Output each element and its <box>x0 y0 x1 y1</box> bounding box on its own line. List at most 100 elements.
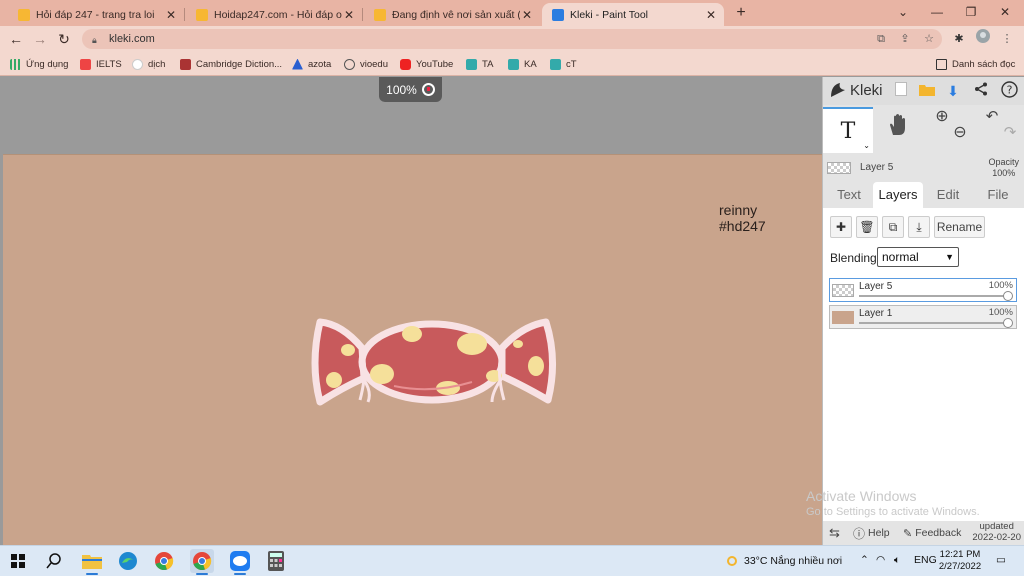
close-tab-icon[interactable]: ✕ <box>342 8 356 22</box>
text-tool-button[interactable]: T ⌄ <box>823 107 873 153</box>
merge-down-icon[interactable]: ⤓ <box>908 216 930 238</box>
ta-icon <box>466 58 477 70</box>
opacity-slider-track[interactable] <box>859 322 1008 324</box>
layer-item-layer-1[interactable]: Layer 1 100% <box>829 305 1017 329</box>
bookmark-ka[interactable]: KA <box>508 56 537 72</box>
layer-opacity: 100% <box>988 280 1013 291</box>
rotation-dial-icon[interactable] <box>421 83 435 96</box>
swap-panel-icon[interactable]: ⇆ <box>829 525 840 541</box>
new-image-icon[interactable] <box>891 81 911 101</box>
bookmark-ta[interactable]: TA <box>466 56 493 72</box>
help-label: Help <box>868 527 890 539</box>
file-explorer-icon[interactable] <box>80 549 104 575</box>
tab-text[interactable]: Text <box>825 182 873 208</box>
browser-tab[interactable]: Đang định vê nơi sản xuất ( nhà ... ✕ <box>364 3 540 26</box>
chevron-down-icon[interactable]: ⌄ <box>863 141 870 150</box>
bookmark-label: azota <box>308 58 332 70</box>
profile-avatar-icon[interactable] <box>974 29 992 49</box>
minimize-icon[interactable]: — <box>920 0 954 26</box>
new-tab-icon[interactable]: + <box>732 3 750 23</box>
rename-layer-button[interactable]: Rename <box>934 216 985 238</box>
watermark-title: Activate Windows <box>806 488 917 504</box>
close-tab-icon[interactable]: ✕ <box>520 8 534 22</box>
apps-grid-icon <box>10 58 21 70</box>
tab-title: Hoidap247.com - Hỏi đáp online <box>214 8 342 21</box>
save-download-icon[interactable]: ⬇ <box>943 81 963 101</box>
input-language[interactable]: ENG <box>914 554 937 566</box>
drawing-canvas[interactable]: reinny #hd247 <box>3 154 822 546</box>
opacity-slider-handle[interactable] <box>1003 318 1013 328</box>
browser-tab-active[interactable]: Kleki - Paint Tool ✕ <box>542 3 724 26</box>
duplicate-layer-icon[interactable]: ⧉ <box>882 216 904 238</box>
kleki-workspace[interactable]: 100% reinny #hd247 <box>0 77 822 546</box>
chrome-icon[interactable] <box>152 549 176 573</box>
reading-list[interactable]: Danh sách đọc <box>936 56 1015 72</box>
restore-icon[interactable]: ❐ <box>954 0 988 26</box>
tab-search-chevron-icon[interactable]: ⌄ <box>886 0 920 26</box>
address-bar[interactable]: 🔒︎ kleki.com <box>82 29 942 49</box>
network-wifi-icon[interactable]: ◠ <box>876 554 885 566</box>
back-arrow-icon[interactable]: ← <box>6 29 26 49</box>
bookmark-cambridge[interactable]: Cambridge Diction... <box>180 56 282 72</box>
extensions-puzzle-icon[interactable]: ✱ <box>950 29 968 49</box>
open-folder-icon[interactable] <box>917 81 937 101</box>
vioedu-icon <box>344 58 355 70</box>
close-tab-icon[interactable]: ✕ <box>704 8 718 22</box>
bookmark-youtube[interactable]: YouTube <box>400 56 453 72</box>
tab-layers[interactable]: Layers <box>873 182 923 208</box>
zoom-out-icon[interactable]: ⊖ <box>945 123 975 143</box>
zoom-indicator[interactable]: 100% <box>379 77 442 102</box>
layer-opacity: 100% <box>988 307 1013 318</box>
translate-icon[interactable]: ⧉ <box>872 29 890 49</box>
weather-widget[interactable]: 33°C Nắng nhiều nơi <box>726 554 842 568</box>
zalo-icon[interactable] <box>228 549 252 575</box>
notifications-icon[interactable]: ▭ <box>996 554 1006 566</box>
close-window-icon[interactable]: ✕ <box>988 0 1022 26</box>
bookmark-vioedu[interactable]: vioedu <box>344 56 388 72</box>
watermark-subtitle: Go to Settings to activate Windows. <box>806 506 980 518</box>
search-icon[interactable] <box>42 549 66 573</box>
browser-tab-strip: Hỏi đáp 247 - trang tra loi ✕ Hoidap247.… <box>0 0 1024 26</box>
show-hidden-icons-chevron-icon[interactable]: ⌃ <box>860 554 869 566</box>
add-layer-button[interactable]: ✚ <box>830 216 852 238</box>
chrome-profile-icon[interactable] <box>190 549 214 575</box>
bookmark-label: KA <box>524 58 537 70</box>
help-link[interactable]: ⓘ Help <box>853 525 890 542</box>
kleki-logo[interactable]: Kleki <box>829 81 883 99</box>
bookmark-star-icon[interactable]: ☆ <box>920 29 938 49</box>
logo-text: Kleki <box>850 81 883 99</box>
tab-file[interactable]: File <box>973 182 1023 208</box>
windows-start-icon[interactable] <box>6 549 30 573</box>
edge-browser-icon[interactable] <box>116 549 140 573</box>
bookmark-ielts[interactable]: IELTS <box>80 56 122 72</box>
share-icon[interactable]: ⇪ <box>896 29 914 49</box>
share-icon[interactable] <box>971 81 991 101</box>
blending-mode-select[interactable]: normal ▼ <box>877 247 959 267</box>
svg-text:?: ? <box>1006 84 1012 97</box>
browser-tab[interactable]: Hỏi đáp 247 - trang tra loi ✕ <box>8 3 185 26</box>
redo-icon[interactable]: ↷ <box>995 123 1024 143</box>
layer-item-layer-5[interactable]: Layer 5 100% <box>829 278 1017 302</box>
forward-arrow-icon[interactable]: → <box>30 29 50 49</box>
menu-kebab-icon[interactable]: ⋮ <box>998 29 1016 49</box>
bookmark-azota[interactable]: azota <box>292 56 331 72</box>
sun-cloud-icon <box>727 556 737 566</box>
layer-name: Layer 5 <box>859 281 893 292</box>
bookmark-apps[interactable]: Ứng dụng <box>10 56 68 72</box>
close-tab-icon[interactable]: ✕ <box>164 8 178 22</box>
reload-icon[interactable]: ↻ <box>54 29 74 49</box>
opacity-slider-handle[interactable] <box>1003 291 1013 301</box>
tab-edit[interactable]: Edit <box>925 182 971 208</box>
calculator-icon[interactable] <box>264 549 288 573</box>
browser-tab[interactable]: Hoidap247.com - Hỏi đáp online ✕ <box>186 3 363 26</box>
help-circle-icon[interactable]: ? <box>999 81 1019 101</box>
feedback-link[interactable]: ✎ Feedback <box>903 527 961 540</box>
zoom-value: 100% <box>386 82 417 97</box>
delete-layer-trash-icon[interactable]: 🗑︎ <box>856 216 878 238</box>
volume-speaker-icon[interactable]: 🔈︎ <box>894 554 900 567</box>
opacity-slider-track[interactable] <box>859 295 1008 297</box>
system-clock[interactable]: 12:21 PM 2/27/2022 <box>936 549 984 573</box>
bookmark-dich[interactable]: dịch <box>132 56 165 72</box>
hand-tool-icon[interactable] <box>883 113 913 147</box>
bookmark-ct[interactable]: cT <box>550 56 577 72</box>
